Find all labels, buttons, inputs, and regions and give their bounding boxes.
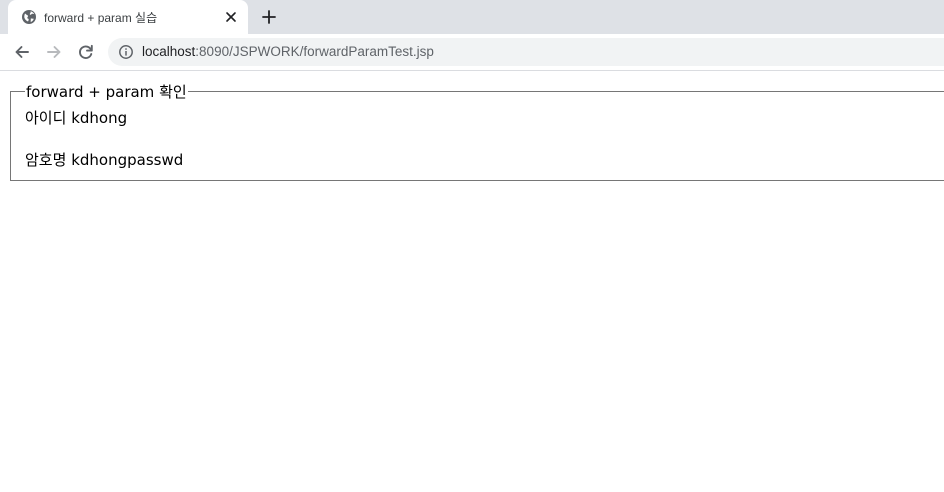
address-bar[interactable]: localhost:8090/JSPWORK/forwardParamTest.… (108, 38, 944, 66)
url-host: localhost (142, 44, 196, 59)
browser-tab[interactable]: forward + param 실습 (8, 0, 248, 34)
id-row: 아이디 kdhong (25, 108, 944, 128)
id-value: kdhong (71, 109, 128, 127)
result-fieldset: forward + param 확인 아이디 kdhong 암호명 kdhong… (10, 81, 944, 181)
close-icon[interactable] (223, 9, 239, 25)
id-label: 아이디 (25, 109, 67, 127)
toolbar: localhost:8090/JSPWORK/forwardParamTest.… (0, 34, 944, 71)
password-value: kdhongpasswd (71, 151, 184, 169)
new-tab-button[interactable] (260, 8, 278, 26)
back-button[interactable] (12, 42, 32, 62)
forward-button[interactable] (44, 42, 64, 62)
globe-icon (22, 10, 36, 24)
fieldset-legend: forward + param 확인 (26, 83, 187, 101)
password-row: 암호명 kdhongpasswd (25, 150, 944, 170)
tab-title: forward + param 실습 (44, 11, 158, 25)
reload-button[interactable] (76, 42, 96, 62)
info-icon[interactable] (118, 44, 134, 60)
url-text: localhost:8090/JSPWORK/forwardParamTest.… (142, 44, 434, 59)
url-path: :8090/JSPWORK/forwardParamTest.jsp (195, 44, 434, 59)
page-content: forward + param 확인 아이디 kdhong 암호명 kdhong… (0, 71, 944, 492)
password-label: 암호명 (25, 151, 67, 169)
tab-strip: forward + param 실습 (0, 0, 944, 34)
